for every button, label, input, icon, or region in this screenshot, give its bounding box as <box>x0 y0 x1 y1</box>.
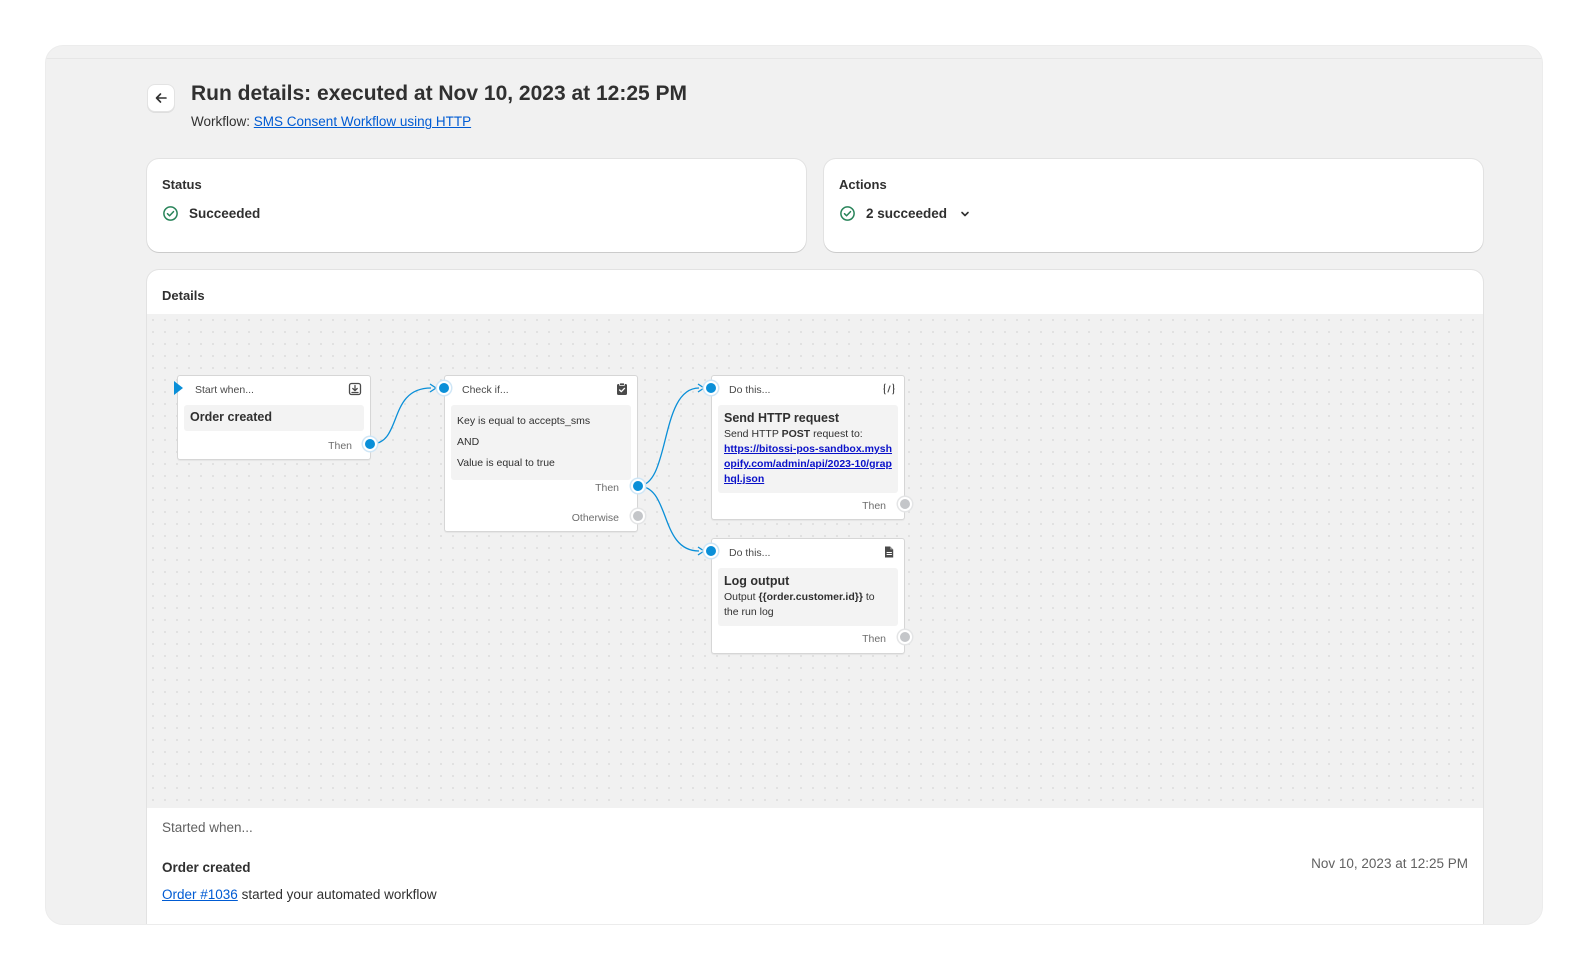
workflow-canvas[interactable]: Start when... Order created Then Check i… <box>147 314 1483 808</box>
actions-card: Actions 2 succeeded <box>824 159 1483 252</box>
started-when-label: Started when... <box>162 820 253 835</box>
workflow-label: Workflow: <box>191 114 251 129</box>
http-input-port[interactable] <box>704 381 718 395</box>
start-marker <box>174 381 183 395</box>
trigger-node[interactable]: Start when... Order created Then <box>177 375 371 460</box>
then-label: Then <box>862 633 886 645</box>
trigger-then-port[interactable] <box>363 437 377 451</box>
condition-line-3: Value is equal to true <box>457 457 555 469</box>
details-heading: Details <box>162 288 205 303</box>
clipboard-check-icon <box>617 382 627 395</box>
condition-line-1: Key is equal to accepts_sms <box>457 415 591 427</box>
chevron-down-icon <box>961 211 969 216</box>
code-braces-icon <box>883 383 895 395</box>
log-input-port[interactable] <box>704 544 718 558</box>
details-card: Details Start when... Order created Then… <box>147 270 1483 924</box>
connector-trigger-condition <box>370 387 432 445</box>
trigger-timestamp: Nov 10, 2023 at 12:25 PM <box>1311 856 1468 871</box>
page-title: Run details: executed at Nov 10, 2023 at… <box>191 82 688 105</box>
log-variable: {{order.customer.id}} <box>758 591 863 603</box>
node-head: Start when... <box>195 384 254 396</box>
node-head: Do this... <box>729 547 771 559</box>
condition-then-port[interactable] <box>631 479 645 493</box>
log-desc-prefix: Output <box>724 591 759 603</box>
condition-node[interactable]: Check if... Key is equal to accepts_sms … <box>444 375 638 532</box>
http-request-node[interactable]: Do this... Send HTTP request Send HTTP P… <box>711 375 905 520</box>
condition-input-port[interactable] <box>437 381 451 395</box>
then-label: Then <box>595 482 619 494</box>
download-box-icon <box>348 382 362 396</box>
back-arrow-icon <box>155 93 167 103</box>
trigger-description: Order #1036 started your automated workf… <box>162 887 437 902</box>
http-desc-suffix: request to: <box>810 428 863 440</box>
node-title: Log output <box>724 574 790 588</box>
node-body: Key is equal to accepts_sms AND Value is… <box>451 405 631 480</box>
order-link[interactable]: Order #1036 <box>162 887 238 902</box>
condition-line-2: AND <box>457 436 480 448</box>
workflow-line: Workflow: SMS Consent Workflow using HTT… <box>191 114 471 129</box>
back-button[interactable] <box>147 84 175 112</box>
actions-heading: Actions <box>839 177 887 192</box>
app-frame: Run details: executed at Nov 10, 2023 at… <box>45 45 1543 925</box>
status-heading: Status <box>162 177 202 192</box>
condition-otherwise-port[interactable] <box>631 509 645 523</box>
log-output-node[interactable]: Do this... Log output Output {{order.cus… <box>711 538 905 654</box>
connector-condition-log <box>637 485 700 552</box>
check-circle-icon <box>163 206 178 221</box>
actions-dropdown-toggle[interactable] <box>959 208 971 220</box>
node-title: Send HTTP request <box>724 411 840 425</box>
http-method: POST <box>781 428 811 440</box>
http-desc-prefix: Send HTTP <box>724 428 782 440</box>
http-url-link[interactable]: https://bitossi-pos-sandbox.myshopify.co… <box>724 442 892 487</box>
check-circle-icon <box>840 206 855 221</box>
then-label: Then <box>328 440 352 452</box>
http-then-port[interactable] <box>898 497 912 511</box>
node-head: Do this... <box>729 384 771 396</box>
actions-value: 2 succeeded <box>866 206 948 221</box>
then-label: Then <box>862 500 886 512</box>
node-body: Send HTTP request Send HTTP POST request… <box>718 405 898 493</box>
node-head: Check if... <box>462 384 509 396</box>
divider <box>46 58 1542 59</box>
status-row: Succeeded <box>162 205 260 222</box>
node-body: Log output Output {{order.customer.id}} … <box>718 568 898 626</box>
connector-condition-http <box>637 387 700 487</box>
actions-row[interactable]: 2 succeeded <box>839 205 971 222</box>
document-icon <box>885 546 894 558</box>
node-title: Order created <box>190 410 272 424</box>
workflow-link[interactable]: SMS Consent Workflow using HTTP <box>254 114 471 129</box>
log-then-port[interactable] <box>898 630 912 644</box>
trigger-desc-text: started your automated workflow <box>237 887 437 902</box>
status-card: Status Succeeded <box>147 159 806 252</box>
otherwise-label: Otherwise <box>571 512 619 524</box>
trigger-name: Order created <box>162 860 251 875</box>
status-value: Succeeded <box>189 206 261 221</box>
node-body: Order created <box>184 405 364 431</box>
